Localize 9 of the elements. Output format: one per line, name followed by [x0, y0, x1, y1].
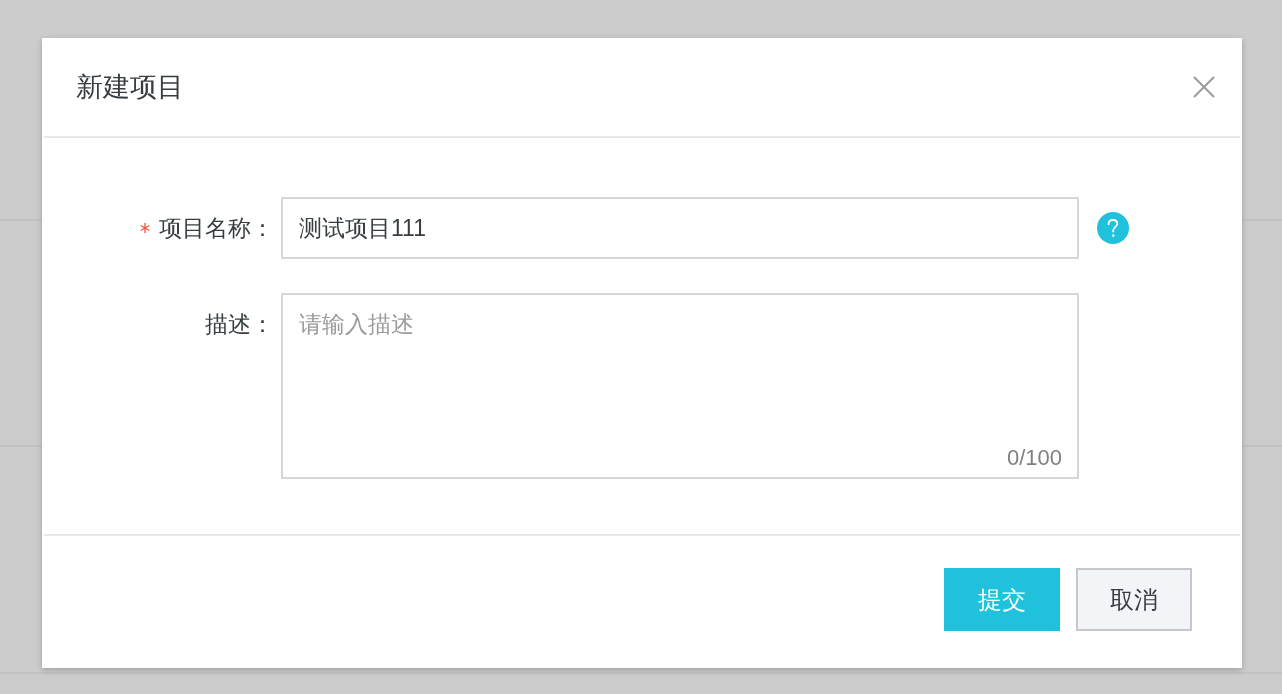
dialog-title: 新建项目	[76, 71, 184, 104]
cancel-button[interactable]: 取消	[1076, 568, 1192, 631]
input-field[interactable]: 测试项目111	[281, 197, 1079, 259]
character-counter: 0/100	[1006, 445, 1062, 471]
field-label: 项目名称：	[159, 213, 274, 243]
help-icon[interactable]	[1097, 212, 1129, 244]
close-button[interactable]	[1193, 76, 1215, 98]
close-icon	[1193, 76, 1215, 98]
field-label: 描述：	[205, 309, 274, 339]
